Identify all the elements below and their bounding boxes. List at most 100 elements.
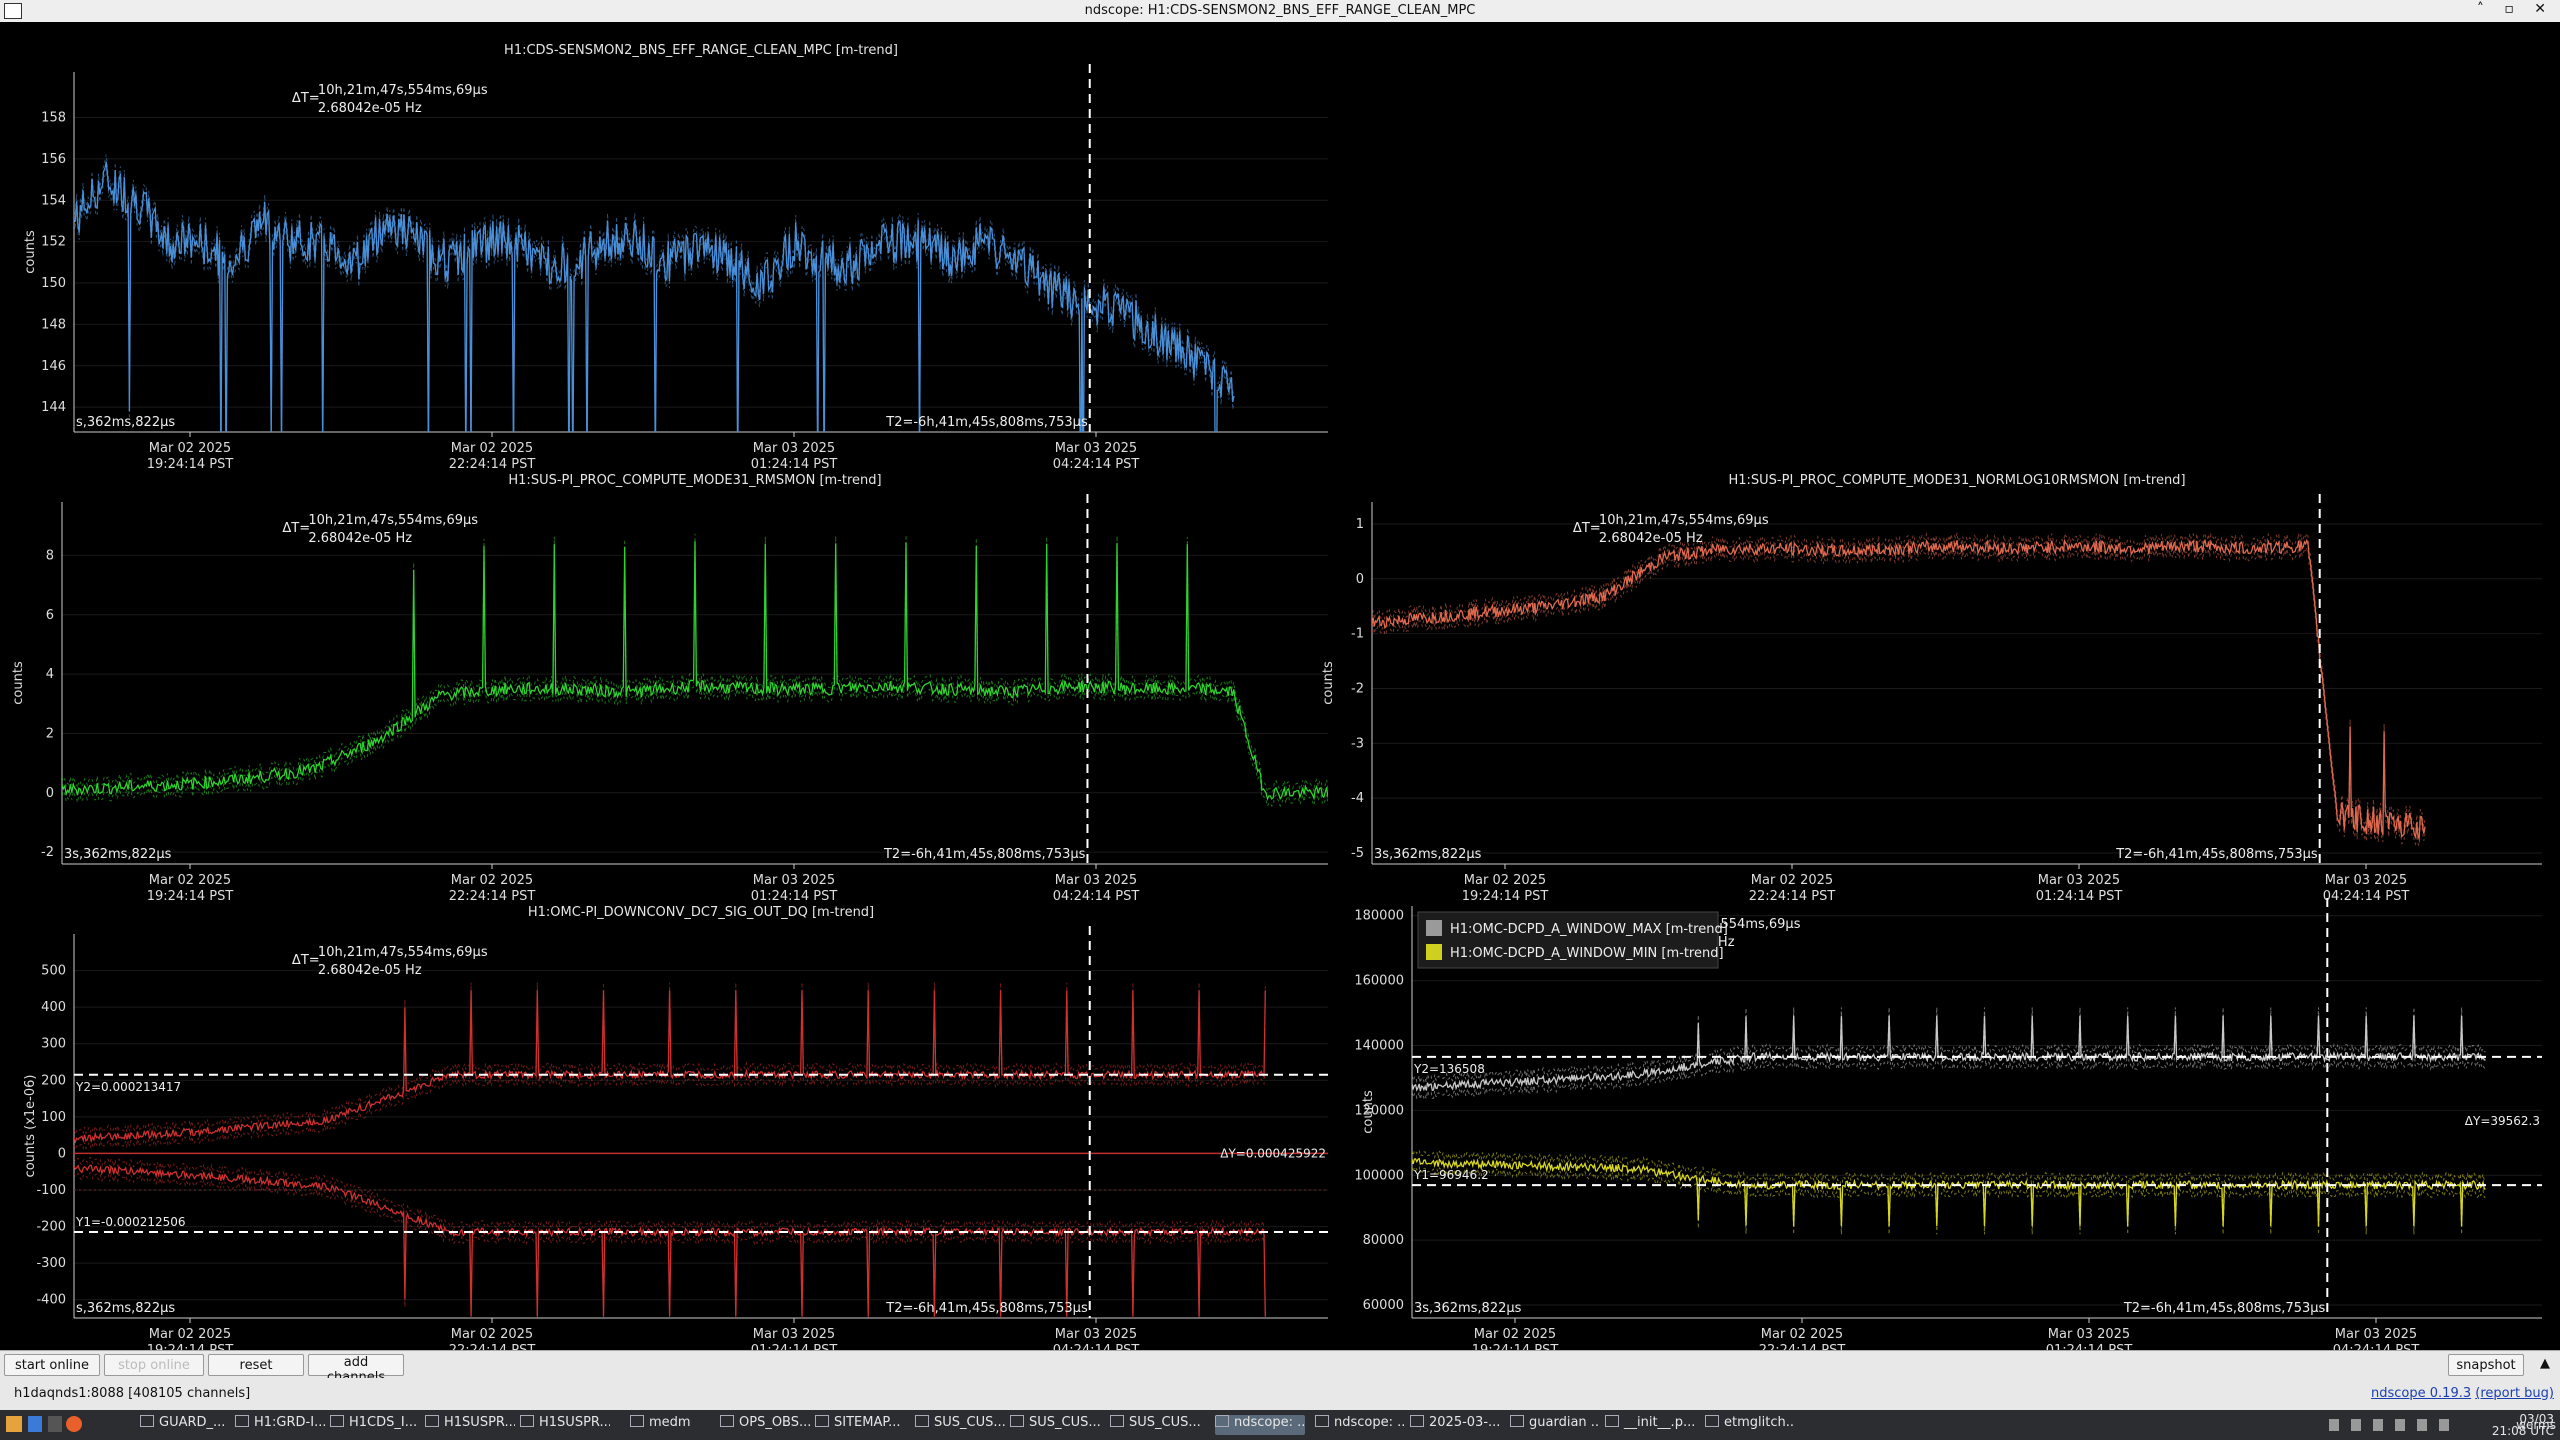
snapshot-button[interactable]: snapshot (2448, 1354, 2524, 1376)
snapshot-menu-icon[interactable]: ▲ (2540, 1356, 2550, 1371)
taskbar-item-label: GUARD_... (159, 1415, 226, 1430)
taskbar-item[interactable]: guardian ... (1510, 1415, 1600, 1435)
plot-p5[interactable]: 1800001600001400001200001000008000060000… (1354, 898, 2542, 1358)
x-tick-time: 22:24:14 PST (1749, 889, 1836, 904)
y-tick-label: -2 (41, 845, 54, 860)
taskbar-item[interactable]: 2025-03-... (1410, 1415, 1500, 1435)
y-tick-label: 158 (41, 111, 66, 126)
x-tick-date: Mar 03 2025 (753, 1327, 835, 1342)
version-link[interactable]: ndscope 0.19.3 (2371, 1386, 2471, 1401)
add-channels-button[interactable]: add channels (308, 1354, 404, 1385)
y-axis-label: counts (1321, 661, 1336, 705)
x-tick-time: 04:24:14 PST (2323, 889, 2410, 904)
window-controls[interactable]: ˄ ▫ ✕ (2477, 1, 2554, 17)
y-tick-label: 140000 (1354, 1038, 1404, 1053)
start-menu-icon[interactable] (6, 1416, 22, 1432)
legend-entry: H1:OMC-DCPD_A_WINDOW_MAX [m-trend] (1450, 922, 1728, 937)
x-tick-time: 04:24:14 PST (1053, 1343, 1140, 1350)
series-line (62, 541, 1328, 801)
y-tick-label: 148 (41, 317, 66, 332)
window-icon (1510, 1415, 1524, 1427)
stop-online-button[interactable]: stop online (104, 1354, 204, 1376)
y-tick-label: 80000 (1363, 1233, 1404, 1248)
y-tick-label: -100 (36, 1183, 66, 1198)
taskbar-item[interactable]: H1:GRD-I... (235, 1415, 325, 1435)
x-tick-time: 19:24:14 PST (147, 1343, 234, 1350)
plot-title: H1:OMC-PI_DOWNCONV_DC7_SIG_OUT_DQ [m-tre… (528, 905, 874, 920)
dt-label: ΔT= (1573, 521, 1601, 536)
x-tick-time: 01:24:14 PST (2046, 1343, 2133, 1350)
x-tick-time: 22:24:14 PST (449, 889, 536, 904)
taskbar-item[interactable]: OPS_OBS... (720, 1415, 810, 1435)
t2-label: T2=-6h,41m,45s,808ms,753µs (2115, 847, 2318, 862)
t2-label: T2=-6h,41m,45s,808ms,753µs (885, 1301, 1088, 1316)
taskbar-item-label: ndscope: ... (1334, 1415, 1405, 1430)
taskbar-item[interactable]: __init__.p... (1605, 1415, 1695, 1435)
report-bug-link[interactable]: (report bug) (2475, 1386, 2554, 1401)
y-tick-label: 1 (1356, 517, 1364, 532)
plot-data (74, 154, 1235, 432)
y-axis-label: counts (x1e-06) (23, 1075, 38, 1178)
taskbar-item[interactable]: H1CDS_I... (330, 1415, 420, 1435)
taskbar-item[interactable]: SUS_CUS... (1010, 1415, 1100, 1435)
window-icon (1410, 1415, 1424, 1427)
y-tick-label: 144 (41, 400, 66, 415)
firefox-icon[interactable] (66, 1416, 82, 1432)
y-tick-label: 200 (41, 1073, 66, 1088)
taskbar-item-label: ndscope: ... (1234, 1415, 1305, 1430)
x-tick-date: Mar 02 2025 (451, 873, 533, 888)
plots-svg[interactable]: H1:CDS-SENSMON2_BNS_EFF_RANGE_CLEAN_MPC … (0, 22, 2560, 1358)
tray-status-icons[interactable] (2329, 1419, 2459, 1431)
start-online-button[interactable]: start online (4, 1354, 100, 1376)
plot-area: H1:CDS-SENSMON2_BNS_EFF_RANGE_CLEAN_MPC … (0, 22, 2560, 1358)
taskbar-item[interactable]: medm (630, 1415, 720, 1435)
plot-p4[interactable]: H1:OMC-PI_DOWNCONV_DC7_SIG_OUT_DQ [m-tre… (23, 905, 1328, 1358)
t1-label: s,362ms,822µs (76, 1301, 175, 1316)
y-tick-label: 0 (1356, 572, 1364, 587)
dt-label: ΔT= (282, 521, 310, 536)
x-tick-time: 04:24:14 PST (1053, 457, 1140, 472)
y-tick-label: 152 (41, 235, 66, 250)
x-tick-date: Mar 03 2025 (2048, 1327, 2130, 1342)
x-tick-date: Mar 03 2025 (753, 441, 835, 456)
dt-frequency: 2.68042e-05 Hz (308, 531, 412, 546)
y-tick-label: -1 (1351, 627, 1364, 642)
x-tick-time: 19:24:14 PST (1462, 889, 1549, 904)
taskbar-item[interactable]: ndscope: ... (1315, 1415, 1405, 1435)
plot-title: H1:CDS-SENSMON2_BNS_EFF_RANGE_CLEAN_MPC … (504, 43, 898, 58)
taskbar-item[interactable]: etmglitch... (1705, 1415, 1795, 1435)
x-tick-date: Mar 03 2025 (2038, 873, 2120, 888)
x-tick-date: Mar 02 2025 (451, 441, 533, 456)
taskbar: GUARD_... H1:GRD-I... H1CDS_I... H1SUSPR...… (0, 1410, 2560, 1440)
version-info: ndscope 0.19.3 (report bug) (2371, 1386, 2554, 1401)
taskbar-item[interactable]: SITEMAP... (815, 1415, 905, 1435)
taskbar-item[interactable]: H1SUSPR... (520, 1415, 610, 1435)
x-tick-date: Mar 02 2025 (1751, 873, 1833, 888)
taskbar-item[interactable]: SUS_CUS... (915, 1415, 1005, 1435)
y-tick-label: 8 (46, 548, 54, 563)
file-manager-icon[interactable] (28, 1416, 42, 1432)
terminal-icon[interactable] (48, 1416, 62, 1432)
plot-data (74, 982, 1328, 1318)
taskbar-item-label: SUS_CUS... (1029, 1415, 1100, 1430)
taskbar-item[interactable]: SUS_CUS... (1110, 1415, 1200, 1435)
y-tick-label: 156 (41, 152, 66, 167)
y-tick-label: 0 (46, 786, 54, 801)
plot-p2[interactable]: H1:SUS-PI_PROC_COMPUTE_MODE31_RMSMON [m-… (11, 473, 1328, 904)
taskbar-item[interactable]: GUARD_... (140, 1415, 230, 1435)
x-tick-time: 01:24:14 PST (751, 889, 838, 904)
taskbar-item-label: H1CDS_I... (349, 1415, 418, 1430)
user-name: werms (2516, 1418, 2556, 1432)
plot-data (62, 533, 1328, 808)
x-tick-time: 01:24:14 PST (751, 1343, 838, 1350)
dt-value: 10h,21m,47s,554ms,69µs (308, 513, 478, 528)
taskbar-item-label: SUS_CUS... (934, 1415, 1005, 1430)
reset-button[interactable]: reset (208, 1354, 304, 1376)
plot-title: H1:SUS-PI_PROC_COMPUTE_MODE31_NORMLOG10R… (1728, 473, 2185, 488)
dt-value: 10h,21m,47s,554ms,69µs (318, 945, 488, 960)
plot-p3[interactable]: H1:SUS-PI_PROC_COMPUTE_MODE31_NORMLOG10R… (1321, 473, 2542, 904)
plot-p1[interactable]: H1:CDS-SENSMON2_BNS_EFF_RANGE_CLEAN_MPC … (23, 43, 1328, 598)
dy-label: ΔY=0.000425922 (1220, 1146, 1326, 1160)
taskbar-item[interactable]: ndscope: ... (1215, 1415, 1305, 1435)
taskbar-item[interactable]: H1SUSPR... (425, 1415, 515, 1435)
